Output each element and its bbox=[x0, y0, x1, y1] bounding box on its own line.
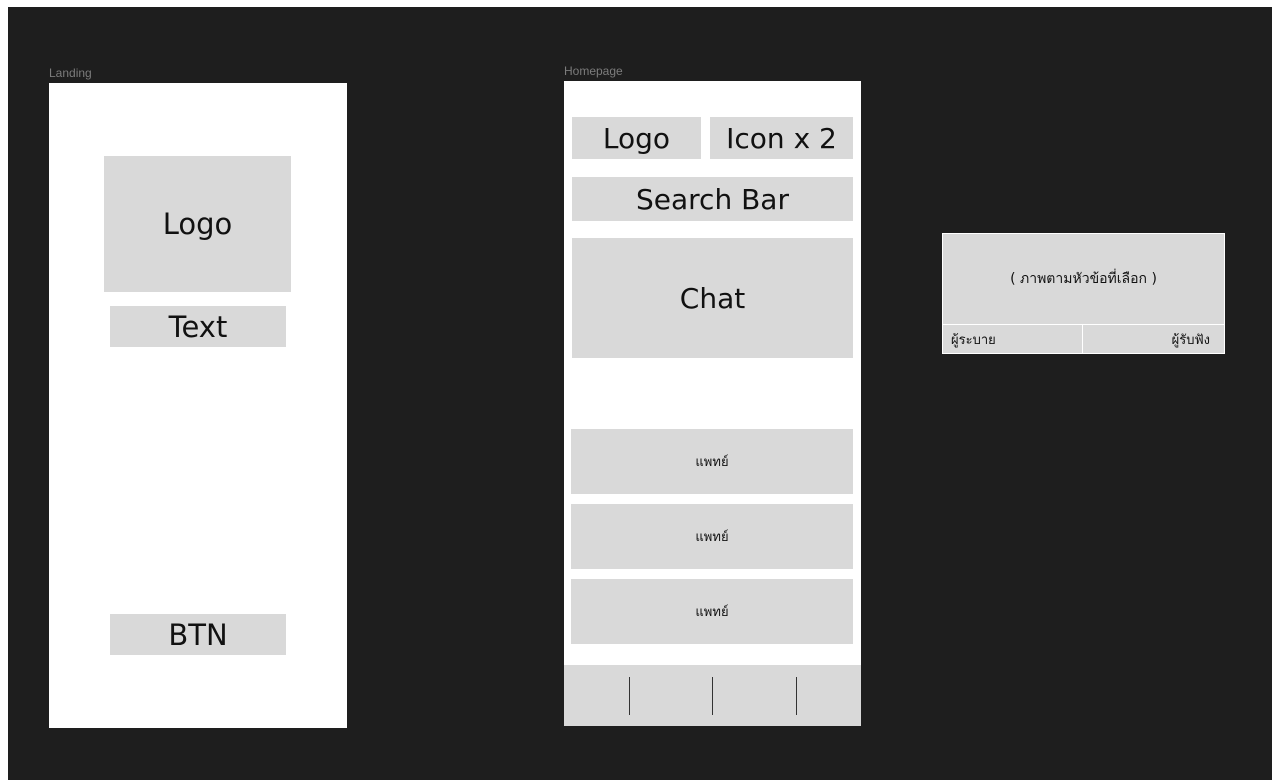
landing-button[interactable]: BTN bbox=[110, 614, 286, 655]
topic-image-caption: ( ภาพตามหัวข้อที่เลือก ) bbox=[1010, 271, 1157, 287]
tab-venter[interactable]: ผู้ระบาย bbox=[943, 324, 1083, 353]
doctor-card[interactable]: แพทย์ bbox=[571, 504, 853, 569]
landing-frame[interactable]: Logo Text BTN bbox=[49, 83, 347, 728]
tab-listener[interactable]: ผู้รับฟัง bbox=[1083, 324, 1224, 353]
homepage-frame[interactable]: Logo Icon x 2 Search Bar Chat แพทย์ แพทย… bbox=[564, 81, 861, 726]
search-bar[interactable]: Search Bar bbox=[572, 177, 853, 221]
chat-section[interactable]: Chat bbox=[572, 238, 853, 358]
design-canvas: Landing Logo Text BTN Homepage Logo Icon… bbox=[8, 7, 1272, 780]
landing-logo-placeholder: Logo bbox=[104, 156, 291, 292]
bottom-nav-bar[interactable] bbox=[564, 665, 861, 726]
landing-frame-label[interactable]: Landing bbox=[49, 66, 92, 80]
nav-divider bbox=[796, 677, 797, 715]
landing-text-placeholder: Text bbox=[110, 306, 286, 347]
header-icons-placeholder[interactable]: Icon x 2 bbox=[710, 117, 853, 159]
topic-card[interactable]: ( ภาพตามหัวข้อที่เลือก ) ผู้ระบาย ผู้รับ… bbox=[942, 233, 1225, 354]
nav-divider bbox=[629, 677, 630, 715]
doctor-card[interactable]: แพทย์ bbox=[571, 579, 853, 644]
nav-divider bbox=[712, 677, 713, 715]
doctor-card[interactable]: แพทย์ bbox=[571, 429, 853, 494]
homepage-frame-label[interactable]: Homepage bbox=[564, 64, 623, 78]
homepage-logo-placeholder: Logo bbox=[572, 117, 701, 159]
